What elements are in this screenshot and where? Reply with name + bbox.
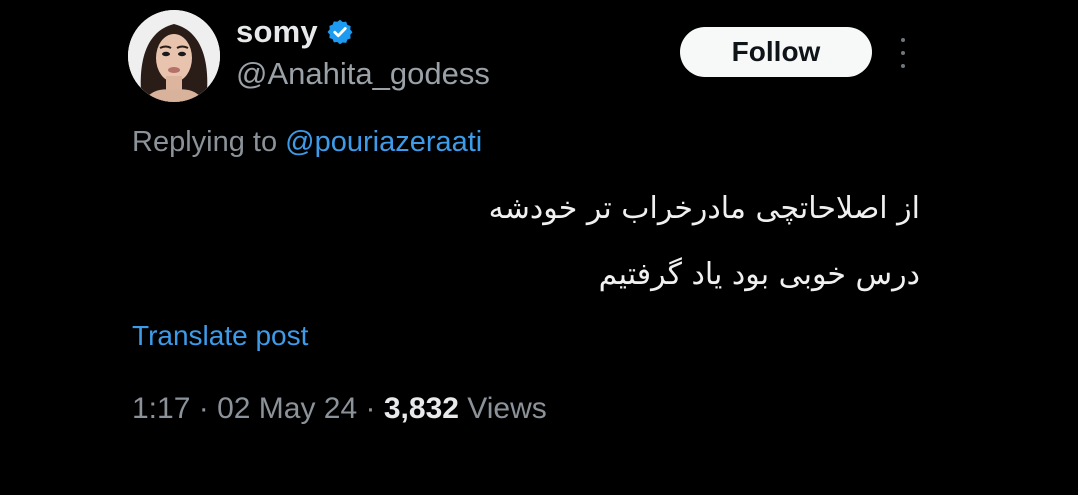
views-label[interactable]: Views [467, 392, 546, 425]
display-name[interactable]: somy [236, 14, 318, 50]
more-vertical-icon[interactable] [896, 38, 910, 68]
replying-to-line: Replying to @pouriazeraati [132, 126, 482, 159]
post-time[interactable]: 1:17 [132, 392, 190, 425]
avatar[interactable] [128, 10, 220, 102]
verified-badge-icon [326, 18, 354, 46]
post-meta: 1:17 · 02 May 24 · 3,832 Views [132, 392, 547, 426]
meta-separator: · [198, 392, 209, 425]
post-text-line: از اصلاحاتچی مادرخراب تر خودشه [488, 191, 920, 226]
author-handle[interactable]: @Anahita_godess [236, 56, 490, 92]
views-count[interactable]: 3,832 [384, 392, 459, 425]
post-text: از اصلاحاتچی مادرخراب تر خودشه درس خوبی … [220, 176, 920, 308]
translate-post-link[interactable]: Translate post [132, 320, 308, 352]
post-date[interactable]: 02 May 24 [217, 392, 357, 425]
reply-mention-link[interactable]: @pouriazeraati [285, 126, 482, 158]
avatar-image [128, 10, 220, 102]
post-text-line: درس خوبی بود یاد گرفتیم [598, 257, 920, 292]
post-card: somy @Anahita_godess Follow Replying to … [0, 0, 1078, 495]
follow-button[interactable]: Follow [680, 27, 872, 77]
replying-prefix: Replying to [132, 126, 278, 158]
meta-separator: · [365, 392, 376, 425]
author-name-row: somy [236, 14, 354, 50]
